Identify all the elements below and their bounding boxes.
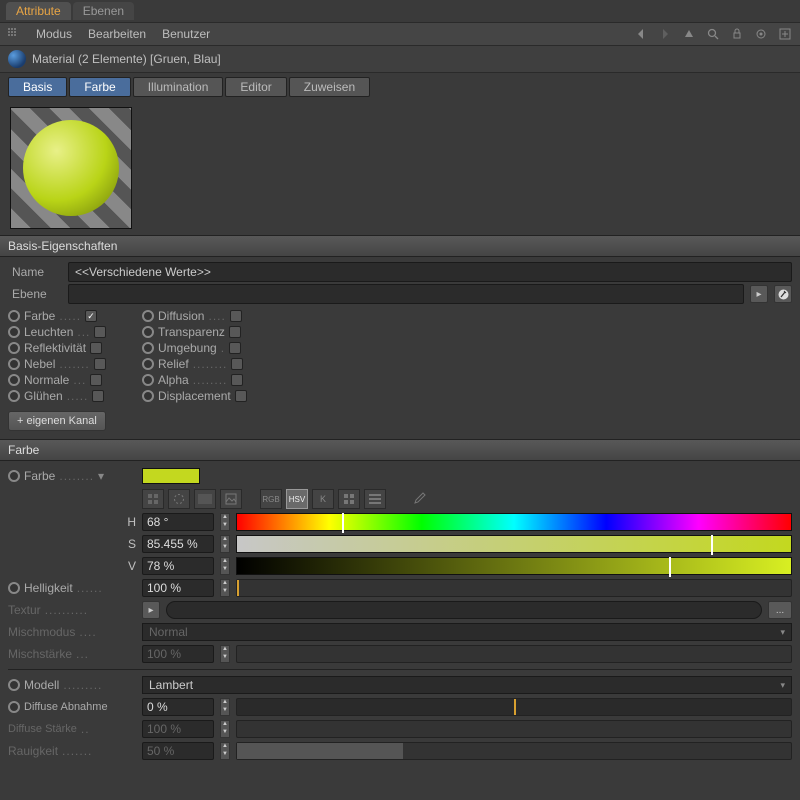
v-label: V <box>128 559 136 573</box>
tab-editor[interactable]: Editor <box>225 77 286 97</box>
v-input[interactable] <box>142 557 214 575</box>
ebene-arrow-icon[interactable]: ▸ <box>750 285 768 303</box>
diffuse-staerke-slider <box>236 720 792 738</box>
diffuse-abnahme-stepper[interactable]: ▲▼ <box>220 698 230 716</box>
s-label: S <box>128 537 136 551</box>
tab-illumination[interactable]: Illumination <box>133 77 224 97</box>
helligkeit-input[interactable] <box>142 579 214 597</box>
menu-benutzer[interactable]: Benutzer <box>162 27 210 41</box>
basis-header: Basis-Eigenschaften <box>0 235 800 257</box>
v-slider[interactable] <box>236 557 792 575</box>
diffuse-staerke-stepper: ▲▼ <box>220 720 230 738</box>
textur-browse-button[interactable]: ... <box>768 601 792 619</box>
diffuse-staerke-label: Diffuse Stärke <box>8 723 77 735</box>
rauigkeit-label: Rauigkeit <box>8 744 58 758</box>
diffuse-abnahme-slider[interactable] <box>236 698 792 716</box>
mischstaerke-slider <box>236 645 792 663</box>
mode-rgb[interactable]: RGB <box>260 489 282 509</box>
mischmodus-label: Mischmodus <box>8 625 75 639</box>
lock-icon[interactable] <box>730 27 744 41</box>
material-title: Material (2 Elemente) [Gruen, Blau] <box>32 52 221 66</box>
helligkeit-label: Helligkeit <box>24 581 73 595</box>
ebene-label: Ebene <box>8 287 62 301</box>
new-panel-icon[interactable] <box>778 27 792 41</box>
channel-displacement[interactable]: Displacement <box>142 389 272 403</box>
mode-picture-icon[interactable] <box>220 489 242 509</box>
h-slider[interactable] <box>236 513 792 531</box>
preview-sphere <box>23 120 119 216</box>
channel-normale[interactable]: Normale... <box>8 373 126 387</box>
add-channel-button[interactable]: + eigenen Kanal <box>8 411 106 431</box>
menu-modus[interactable]: Modus <box>36 27 72 41</box>
mode-grid-icon[interactable] <box>338 489 360 509</box>
modell-select[interactable]: Lambert▾ <box>142 676 792 694</box>
grip-icon <box>8 28 20 40</box>
color-swatch[interactable] <box>142 468 200 484</box>
mischstaerke-input <box>142 645 214 663</box>
material-icon <box>8 50 26 68</box>
nav-back-icon[interactable] <box>634 27 648 41</box>
mode-wheel-icon[interactable] <box>168 489 190 509</box>
v-stepper[interactable]: ▲▼ <box>220 557 230 575</box>
h-input[interactable] <box>142 513 214 531</box>
channel-leuchten[interactable]: Leuchten... <box>8 325 126 339</box>
channel-umgebung[interactable]: Umgebung. <box>142 341 272 355</box>
farbe-header: Farbe <box>0 439 800 461</box>
modell-label: Modell <box>24 678 59 692</box>
farbe-label: Farbe <box>24 469 55 483</box>
mode-spectrum-icon[interactable] <box>194 489 216 509</box>
h-label: H <box>127 515 136 529</box>
rauigkeit-input <box>142 742 214 760</box>
s-input[interactable] <box>142 535 214 553</box>
mischstaerke-label: Mischstärke <box>8 647 72 661</box>
mischstaerke-stepper: ▲▼ <box>220 645 230 663</box>
tab-basis[interactable]: Basis <box>8 77 67 97</box>
channel-alpha[interactable]: Alpha........ <box>142 373 272 387</box>
mode-hsv[interactable]: HSV <box>286 489 308 509</box>
check-icon: ✓ <box>85 310 97 322</box>
s-stepper[interactable]: ▲▼ <box>220 535 230 553</box>
channel-farbe[interactable]: Farbe.....✓ <box>8 309 126 323</box>
tab-zuweisen[interactable]: Zuweisen <box>289 77 370 97</box>
diffuse-abnahme-input[interactable] <box>142 698 214 716</box>
textur-label: Textur <box>8 603 41 617</box>
s-slider[interactable] <box>236 535 792 553</box>
channel-nebel[interactable]: Nebel....... <box>8 357 126 371</box>
channel-transparenz[interactable]: Transparenz <box>142 325 272 339</box>
search-icon[interactable] <box>706 27 720 41</box>
mode-swatches-icon[interactable] <box>142 489 164 509</box>
mode-k[interactable]: K <box>312 489 334 509</box>
name-input[interactable] <box>68 262 792 282</box>
eyedropper-icon[interactable] <box>408 489 430 509</box>
mode-list-icon[interactable] <box>364 489 386 509</box>
tab-ebenen[interactable]: Ebenen <box>73 2 134 20</box>
nav-up-icon[interactable] <box>682 27 696 41</box>
diffuse-staerke-input <box>142 720 214 738</box>
mischmodus-select: Normal▾ <box>142 623 792 641</box>
ebene-clear-icon[interactable] <box>774 285 792 303</box>
textur-input[interactable] <box>166 601 762 619</box>
menu-bearbeiten[interactable]: Bearbeiten <box>88 27 146 41</box>
helligkeit-stepper[interactable]: ▲▼ <box>220 579 230 597</box>
target-icon[interactable] <box>754 27 768 41</box>
tab-farbe[interactable]: Farbe <box>69 77 130 97</box>
h-stepper[interactable]: ▲▼ <box>220 513 230 531</box>
channel-diffusion[interactable]: Diffusion.... <box>142 309 272 323</box>
textur-arrow[interactable]: ▸ <box>142 601 160 619</box>
name-label: Name <box>8 265 62 279</box>
channel-gluehen[interactable]: Glühen..... <box>8 389 126 403</box>
material-preview[interactable] <box>10 107 132 229</box>
diffuse-abnahme-label: Diffuse Abnahme <box>24 701 108 713</box>
channel-reflekt[interactable]: Reflektivität <box>8 341 126 355</box>
nav-fwd-icon[interactable] <box>658 27 672 41</box>
helligkeit-slider[interactable] <box>236 579 792 597</box>
tab-attribute[interactable]: Attribute <box>6 2 71 20</box>
channel-relief[interactable]: Relief........ <box>142 357 272 371</box>
rauigkeit-stepper: ▲▼ <box>220 742 230 760</box>
ebene-input[interactable] <box>68 284 744 304</box>
rauigkeit-slider <box>236 742 792 760</box>
